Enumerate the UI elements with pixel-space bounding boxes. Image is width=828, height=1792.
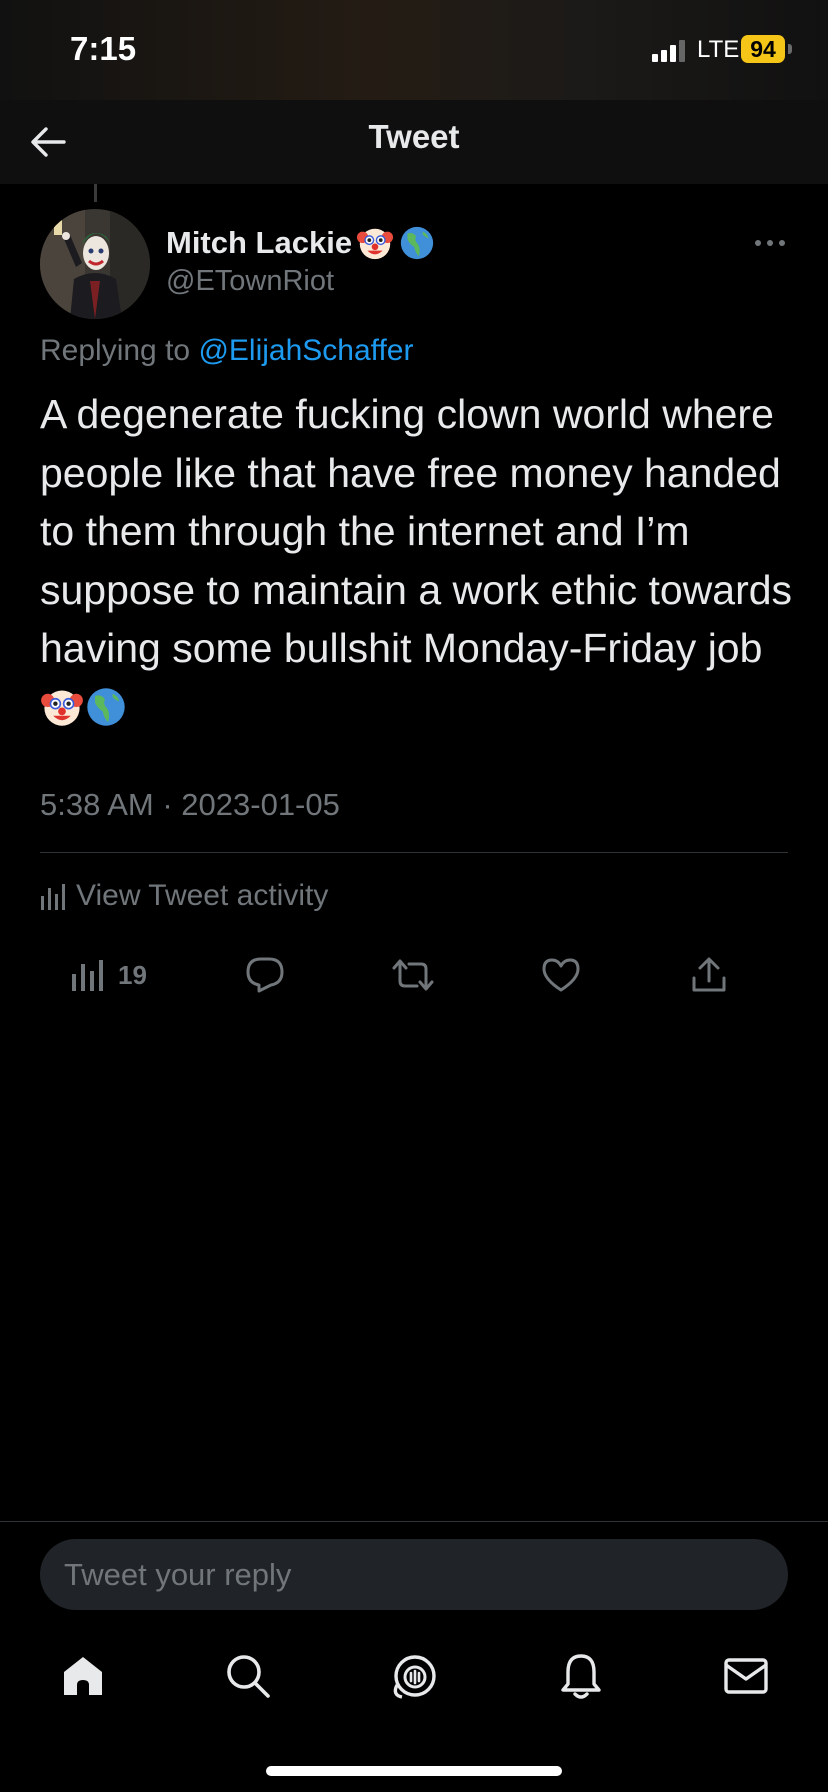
composer-divider — [0, 1521, 828, 1522]
home-indicator[interactable] — [266, 1766, 562, 1776]
replying-to: Replying to @ElijahSchaffer — [40, 334, 413, 368]
messages-icon — [724, 1658, 768, 1694]
spaces-icon — [393, 1655, 436, 1699]
view-tweet-activity-label: View Tweet activity — [76, 879, 329, 912]
heart-icon — [542, 958, 580, 992]
nav-home[interactable] — [58, 1651, 108, 1701]
replying-to-mention[interactable]: @ElijahSchaffer — [198, 334, 413, 367]
clown-face-emoji-icon — [357, 228, 394, 260]
like-button[interactable] — [541, 950, 581, 1000]
network-type: LTE — [697, 36, 740, 63]
nav-messages[interactable] — [721, 1651, 771, 1701]
reply-icon — [246, 957, 284, 993]
views-button[interactable]: 19 — [70, 950, 147, 1000]
globe-americas-emoji-icon — [400, 226, 434, 260]
divider — [40, 852, 788, 853]
author-handle[interactable]: @ETownRiot — [166, 265, 334, 298]
view-tweet-activity-link[interactable]: View Tweet activity — [40, 879, 328, 913]
reply-button[interactable] — [245, 950, 285, 1000]
page-title: Tweet — [368, 118, 460, 155]
tweet-text: A degenerate fucking clown world where p… — [40, 385, 800, 736]
author-name[interactable]: Mitch Lackie — [166, 224, 436, 262]
battery-tip — [788, 44, 792, 54]
thread-connector-line — [94, 184, 97, 202]
battery-indicator: 94 — [741, 35, 785, 63]
more-options-icon[interactable] — [752, 228, 788, 258]
reply-input[interactable]: Tweet your reply — [40, 1539, 788, 1610]
nav-search[interactable] — [223, 1651, 273, 1701]
retweet-icon — [392, 959, 434, 991]
clown-face-emoji-icon — [41, 690, 83, 726]
analytics-icon — [41, 884, 65, 910]
home-icon — [64, 1657, 102, 1695]
views-icon — [72, 960, 103, 991]
search-icon — [227, 1655, 270, 1698]
nav-spaces[interactable] — [390, 1651, 440, 1701]
retweet-button[interactable] — [391, 950, 435, 1000]
nav-notifications[interactable] — [556, 1651, 606, 1701]
views-count: 19 — [118, 959, 147, 990]
avatar[interactable] — [40, 209, 150, 319]
status-time: 7:15 — [70, 30, 137, 67]
author-name-text: Mitch Lackie — [166, 225, 353, 260]
tweet-timestamp: 5:38 AM · 2023-01-05 — [40, 787, 340, 822]
tweet-body: A degenerate fucking clown world where p… — [40, 391, 793, 671]
share-icon — [692, 957, 726, 992]
tweet-action-bar: 19 — [0, 950, 828, 1000]
notifications-icon — [561, 1654, 601, 1699]
globe-americas-emoji-icon — [87, 687, 125, 726]
replying-to-label: Replying to — [40, 334, 199, 367]
share-button[interactable] — [690, 950, 728, 1000]
signal-strength-icon — [652, 38, 688, 62]
